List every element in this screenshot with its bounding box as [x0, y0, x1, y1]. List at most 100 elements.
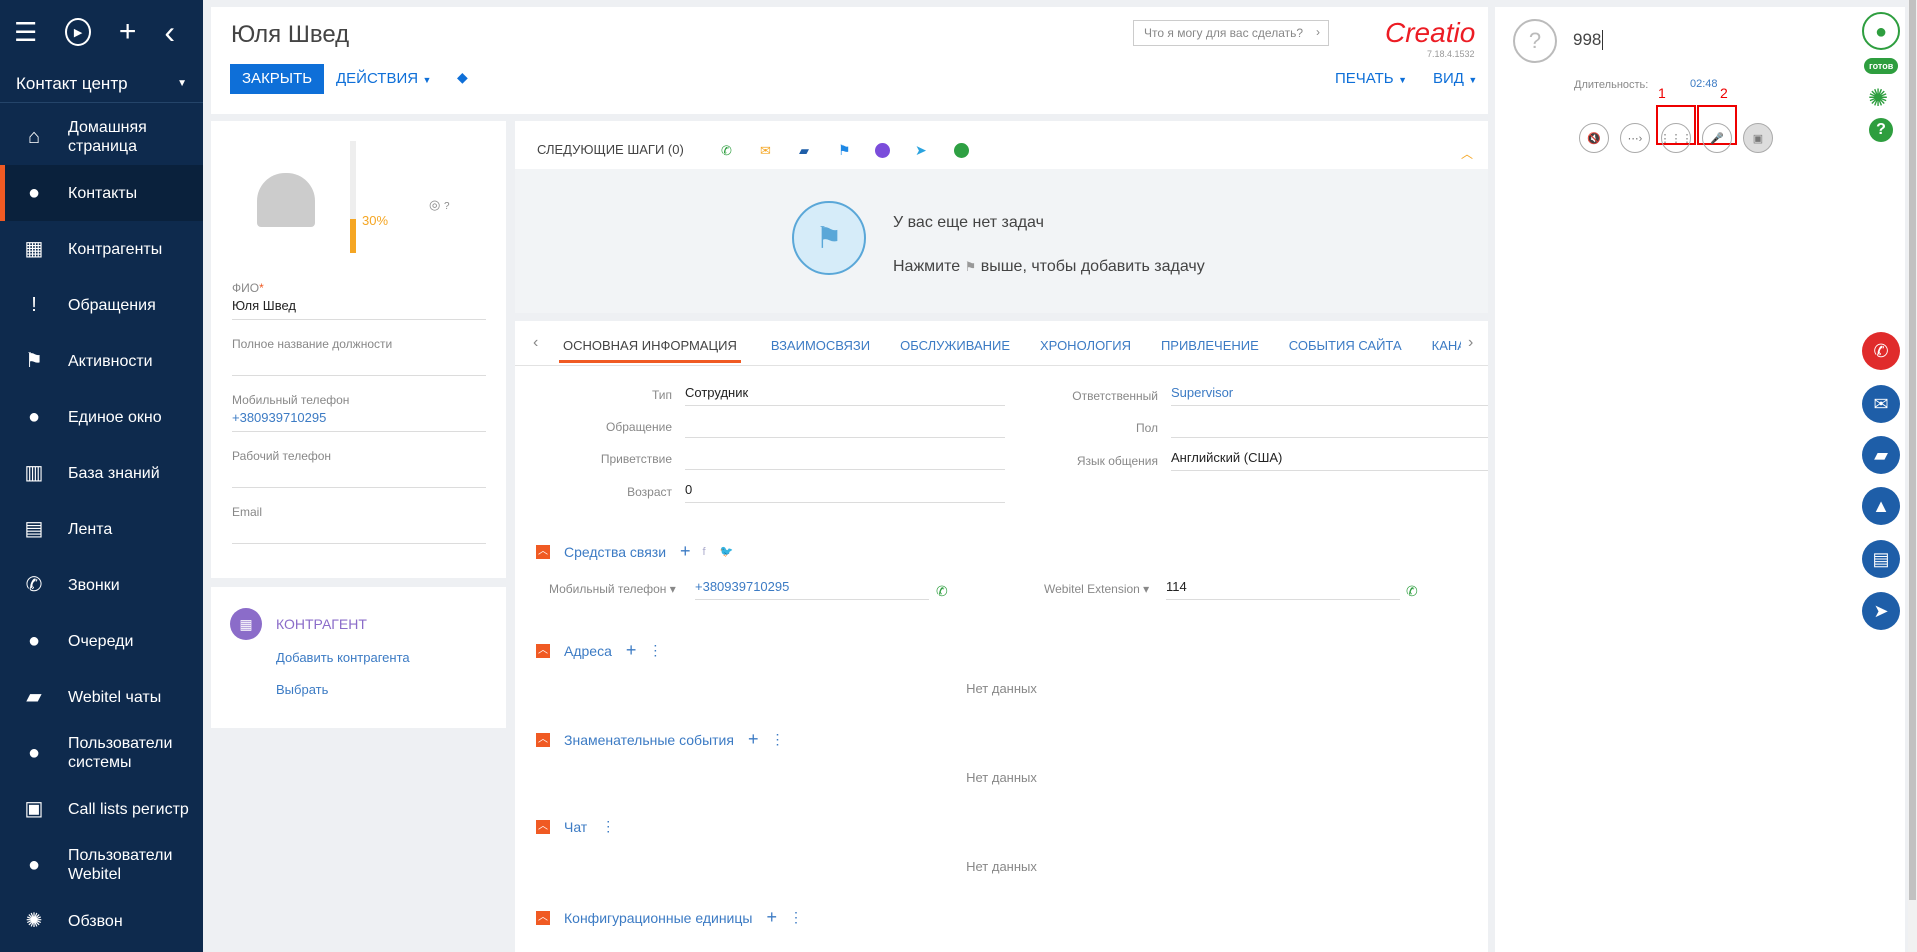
comm-mobile-field[interactable]: +380939710295 [695, 579, 929, 600]
help-icon[interactable]: ? [1869, 118, 1893, 142]
tab[interactable]: ХРОНОЛОГИЯ [1040, 338, 1131, 363]
sidebar-item[interactable]: ▰ Webitel чаты [0, 669, 203, 725]
sidebar-item[interactable]: ▤ Лента [0, 501, 203, 557]
sidebar-item[interactable]: ⌂ Домашняя страница [0, 109, 203, 165]
print-button[interactable]: ПЕЧАТЬ ▼ [1335, 70, 1407, 88]
view-button[interactable]: ВИД ▼ [1433, 70, 1477, 88]
collapse-icon[interactable]: ︿ [536, 819, 550, 834]
more-icon[interactable]: ⋮ [601, 818, 615, 835]
add-icon[interactable]: + [680, 541, 691, 562]
job-field[interactable] [232, 354, 486, 376]
tab[interactable]: ВЗАИМОСВЯЗИ [771, 338, 870, 363]
search-box[interactable]: Что я могу для вас сделать? › [1133, 20, 1329, 46]
tab[interactable]: СОБЫТИЯ САЙТА [1289, 338, 1402, 363]
collapse-icon[interactable]: ︿ [536, 544, 550, 559]
email-icon[interactable]: ✉ [760, 143, 771, 159]
call-mobile-icon[interactable]: ✆ [936, 583, 948, 600]
add-icon[interactable]: + [626, 640, 637, 661]
sidebar-item[interactable]: ▦ Контрагенты [0, 221, 203, 277]
email-field[interactable] [232, 522, 486, 544]
greeting-field[interactable] [685, 449, 1005, 470]
work-phone-field[interactable] [232, 466, 486, 488]
chat-icon[interactable]: ▰ [799, 143, 809, 159]
chat-section-header[interactable]: ︿ Чат ⋮ [536, 818, 615, 835]
video-off-icon[interactable]: ▣ [1743, 123, 1773, 153]
select-account-link[interactable]: Выбрать [276, 682, 328, 697]
scrollbar[interactable] [1908, 0, 1917, 952]
document-icon[interactable]: ▤ [1862, 540, 1900, 578]
tab[interactable]: ОСНОВНАЯ ИНФОРМАЦИЯ [559, 338, 741, 363]
tag-icon[interactable]: ◆ [457, 69, 468, 86]
addresses-section-header[interactable]: ︿ Адреса + ⋮ [536, 640, 662, 661]
bell-icon[interactable]: ▲ [1862, 487, 1900, 525]
add-icon[interactable]: + [766, 907, 777, 928]
age-field[interactable]: 0 [685, 482, 1005, 503]
tabs-left-arrow[interactable]: ‹ [533, 334, 538, 352]
collapse-up-icon[interactable]: ︿ [1461, 145, 1473, 162]
email-icon[interactable]: ✉ [1862, 385, 1900, 423]
ext-field[interactable]: 114 [1166, 579, 1400, 600]
comm-section-header[interactable]: ︿ Средства связи + f 🐦 [536, 541, 733, 562]
tab[interactable]: ОБСЛУЖИВАНИЕ [900, 338, 1010, 363]
config-section-header[interactable]: ︿ Конфигурационные единицы + ⋮ [536, 907, 803, 928]
type-field[interactable]: Сотрудник [685, 385, 1005, 406]
collapse-icon[interactable]: ‹ [164, 14, 175, 51]
globe-icon[interactable]: ◎ ? [429, 197, 450, 213]
sidebar-item[interactable]: ✆ Звонки [0, 557, 203, 613]
owner-field[interactable]: Supervisor [1171, 385, 1488, 406]
transfer-icon[interactable]: ⋯› [1620, 123, 1650, 153]
call-ext-icon[interactable]: ✆ [1406, 583, 1418, 600]
actions-button[interactable]: ДЕЙСТВИЯ ▼ [336, 70, 431, 88]
status-badge[interactable]: готов [1864, 58, 1899, 74]
gender-field[interactable] [1171, 417, 1488, 438]
sidebar-item[interactable]: ! Обращения [0, 277, 203, 333]
fio-field[interactable]: Юля Швед [232, 298, 486, 320]
sidebar-item[interactable]: ● Пользователи системы [0, 725, 203, 781]
appeal-field[interactable] [685, 417, 1005, 438]
sidebar-item[interactable]: ▥ База знаний [0, 445, 203, 501]
dial-number[interactable]: 998 [1573, 30, 1604, 50]
facebook-icon[interactable]: f [703, 546, 706, 558]
flag-icon[interactable]: ⚑ [838, 142, 851, 159]
sidebar-item[interactable]: ● Единое окно [0, 389, 203, 445]
sidebar-item[interactable]: ● Пользователи Webitel [0, 837, 203, 893]
more-icon[interactable]: ⋮ [648, 642, 662, 659]
collapse-icon[interactable]: ︿ [536, 643, 550, 658]
comm-mobile-label[interactable]: Мобильный телефон ▾ [549, 582, 676, 596]
sidebar-item[interactable]: ⚑ Активности [0, 333, 203, 389]
messenger-icon[interactable] [875, 143, 890, 158]
chat-icon[interactable]: ▰ [1862, 436, 1900, 474]
menu-icon[interactable]: ☰ [14, 17, 37, 48]
tabs-right-arrow[interactable]: › [1468, 334, 1473, 352]
twitter-icon[interactable]: 🐦 [720, 545, 734, 558]
add-icon[interactable]: + [119, 15, 137, 49]
add-account-link[interactable]: Добавить контрагента [276, 650, 410, 665]
sidebar-item[interactable]: ● Очереди [0, 613, 203, 669]
send-icon[interactable]: ➤ [1862, 592, 1900, 630]
settings-icon[interactable]: ✺ [1868, 84, 1888, 113]
call-icon[interactable]: ✆ [721, 143, 732, 159]
user-avatar-icon[interactable]: ● [1862, 12, 1900, 50]
more-icon[interactable]: ⋮ [770, 731, 784, 748]
scrollbar-thumb[interactable] [1909, 0, 1916, 900]
mobile-field[interactable]: +380939710295 [232, 410, 486, 432]
ext-label[interactable]: Webitel Extension ▾ [1044, 582, 1149, 596]
play-icon[interactable]: ▶ [65, 18, 91, 46]
lang-field[interactable]: Английский (США) [1171, 450, 1488, 471]
phone-icon[interactable]: ✆ [1862, 332, 1900, 370]
collapse-icon[interactable]: ︿ [536, 910, 550, 925]
whatsapp-icon[interactable] [954, 143, 969, 158]
collapse-icon[interactable]: ︿ [536, 732, 550, 747]
avatar[interactable] [257, 173, 315, 227]
sidebar-item[interactable]: ✺ Обзвон [0, 893, 203, 949]
telegram-icon[interactable]: ➤ [915, 142, 927, 159]
sidebar-item[interactable]: ● Контакты [0, 165, 203, 221]
workspace-select[interactable]: Контакт центр ▼ [0, 65, 203, 103]
close-button[interactable]: ЗАКРЫТЬ [230, 64, 325, 94]
tab[interactable]: КАНАЛ [1432, 338, 1461, 363]
mute-icon[interactable]: 🔇 [1579, 123, 1609, 153]
more-icon[interactable]: ⋮ [789, 909, 803, 926]
dialpad-icon[interactable]: ⋮⋮⋮ [1660, 123, 1693, 153]
events-section-header[interactable]: ︿ Знаменательные события + ⋮ [536, 729, 784, 750]
tab[interactable]: ПРИВЛЕЧЕНИЕ [1161, 338, 1259, 363]
